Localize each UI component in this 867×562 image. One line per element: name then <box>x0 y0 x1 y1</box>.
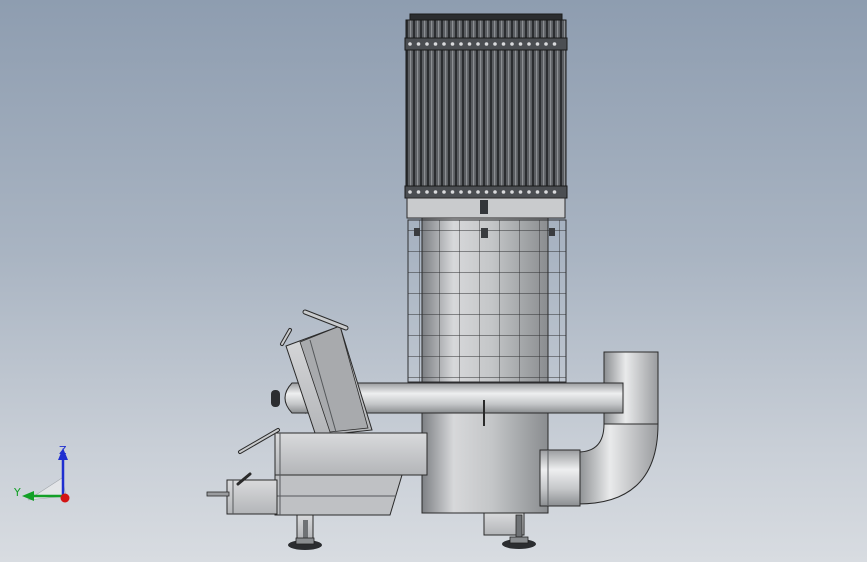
bolt-dot <box>442 42 446 46</box>
bolt-dot <box>459 190 463 194</box>
bolt-dot <box>416 190 421 194</box>
bolt-dot <box>527 190 531 194</box>
main-cylinder-with-cage <box>407 217 567 384</box>
bolt-dot <box>450 42 455 46</box>
bolt-dot <box>459 42 463 46</box>
bolt-dot <box>476 42 480 46</box>
z-axis-label: Z <box>59 444 67 457</box>
orientation-triad: Z Y <box>13 444 70 503</box>
bolt-dot <box>535 42 540 46</box>
bolt-dot <box>433 42 438 46</box>
bolt-dot <box>476 190 480 194</box>
bolt-dot <box>467 42 472 46</box>
bolt-dot <box>552 190 557 194</box>
bolt-dot <box>493 190 497 194</box>
bolt-dot <box>416 42 421 46</box>
angled-hopper <box>280 309 373 437</box>
bolt-dot <box>544 42 548 46</box>
bolt-dot <box>501 190 506 194</box>
y-axis-label: Y <box>13 486 21 499</box>
bolt-dot <box>535 190 540 194</box>
bolt-dot <box>527 42 531 46</box>
bolt-dot <box>425 42 429 46</box>
bolt-dot <box>442 190 446 194</box>
bolt-dot <box>408 190 412 194</box>
x-axis-dot <box>60 493 70 503</box>
bolt-dot <box>510 42 514 46</box>
radiator-stack <box>404 13 568 219</box>
bolt-dot <box>408 42 412 46</box>
bolt-dot <box>467 190 472 194</box>
cad-graphics-viewport[interactable] <box>0 0 867 562</box>
bolt-dot <box>433 190 438 194</box>
bolt-dot <box>425 190 429 194</box>
bolt-dot <box>518 42 523 46</box>
y-arrow-icon <box>22 491 34 501</box>
bolt-dot <box>510 190 514 194</box>
bolt-dot <box>493 42 497 46</box>
bolt-dot <box>484 190 489 194</box>
bolt-dot <box>518 190 523 194</box>
screw-feeder-box <box>206 428 428 550</box>
bolt-dot <box>484 42 489 46</box>
bolt-dot <box>552 42 557 46</box>
bolt-dot <box>544 190 548 194</box>
bolt-dot <box>501 42 506 46</box>
bolt-dot <box>450 190 455 194</box>
